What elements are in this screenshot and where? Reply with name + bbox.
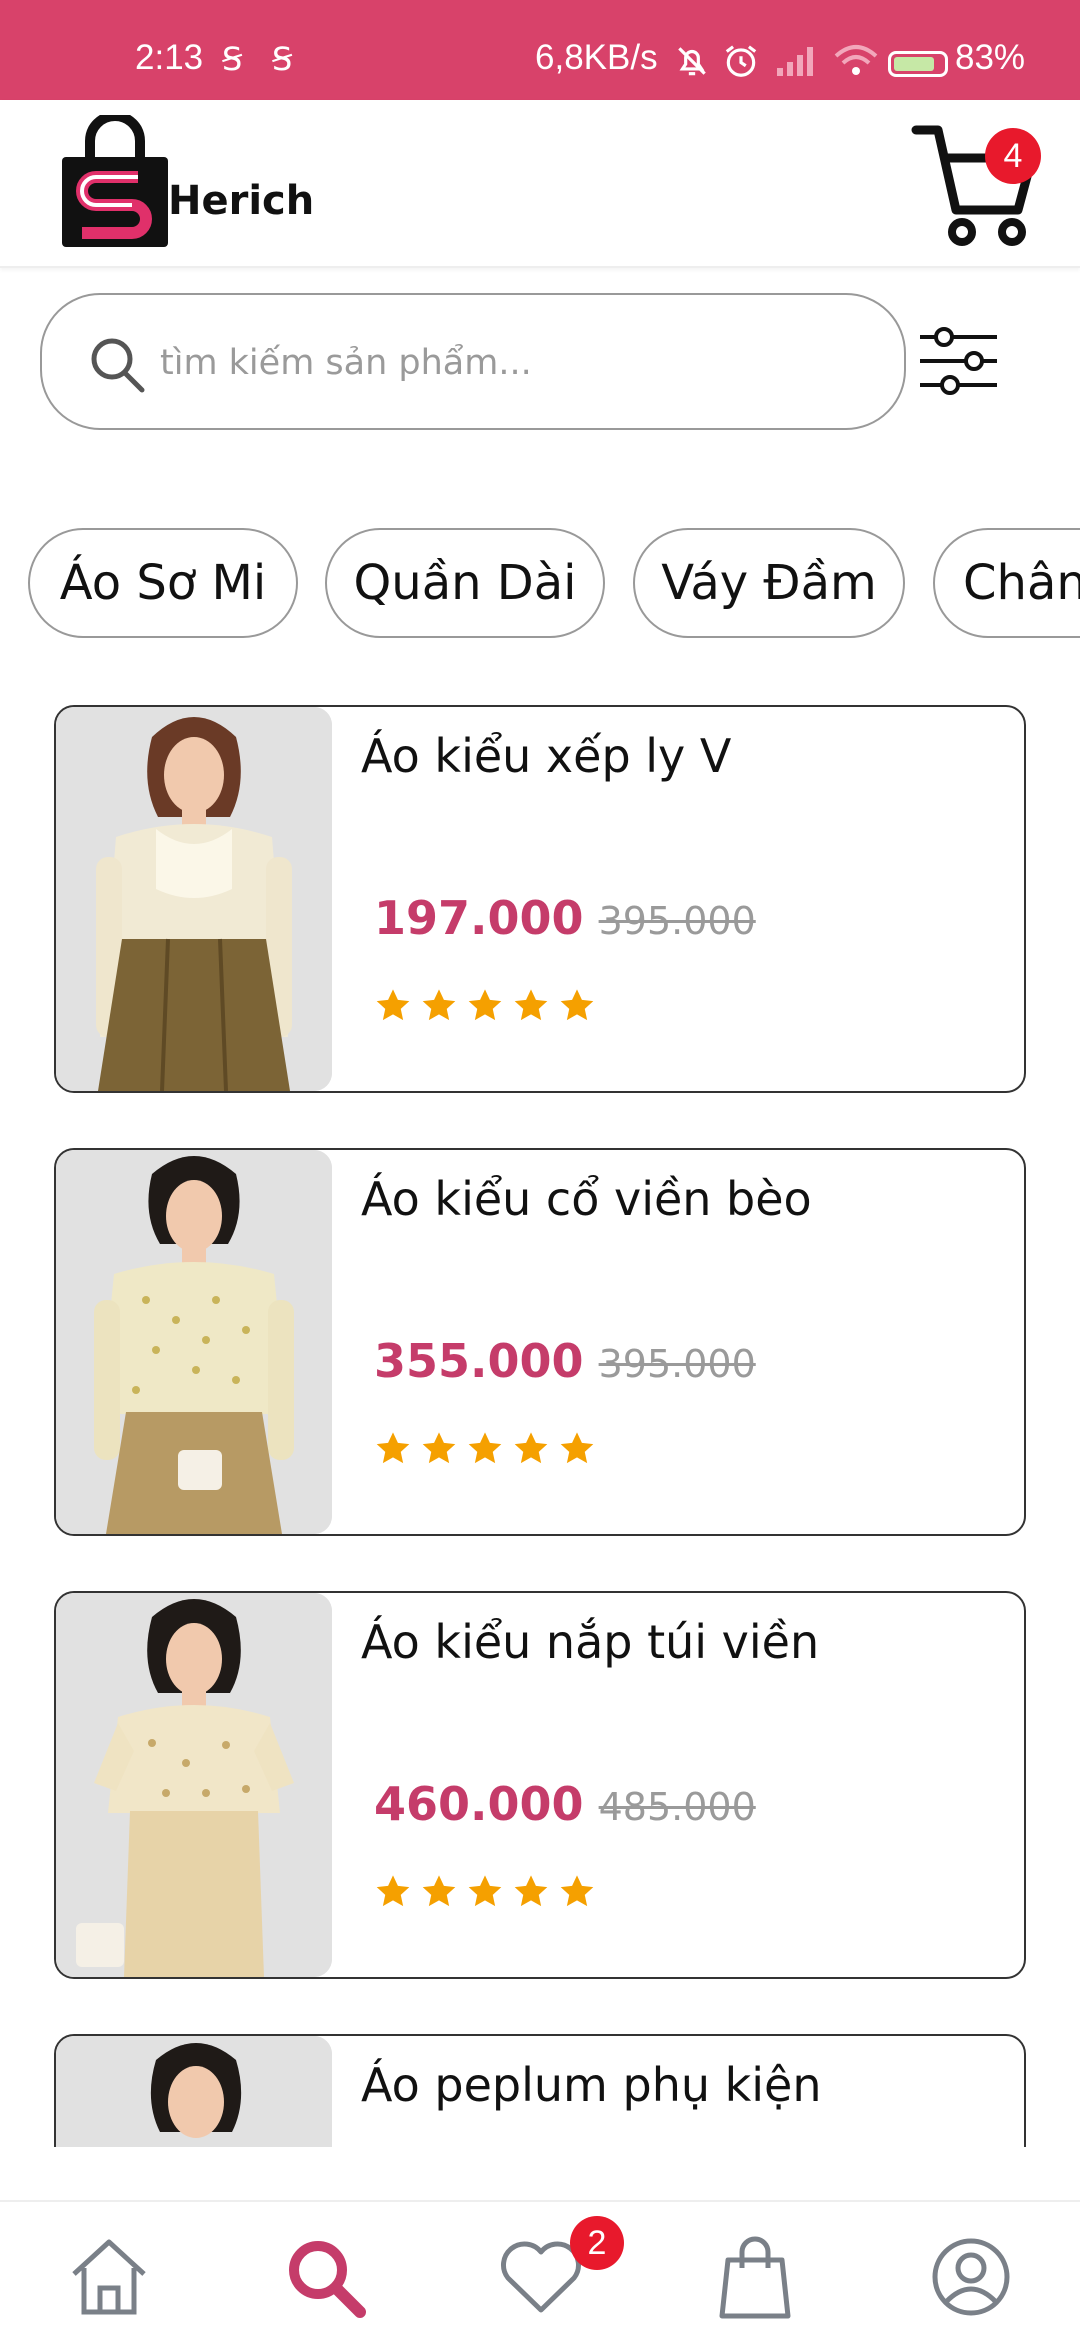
wifi-icon [834, 45, 878, 75]
product-name: Áo kiểu cổ viền bèo [361, 1172, 812, 1226]
product-list: Áo kiểu xếp ly V 197.000 395.000 Áo kiểu… [0, 700, 1080, 2147]
star-icon [560, 989, 594, 1021]
product-old-price: 395.000 [598, 1342, 756, 1386]
product-card[interactable]: Áo peplum phụ kiện [54, 2034, 1026, 2147]
bottom-navigation [0, 2200, 1080, 2340]
s-app-icon: Ꞩ [222, 41, 243, 77]
product-price: 355.000 [374, 1334, 584, 1388]
product-old-price: 395.000 [598, 899, 756, 943]
star-icon [468, 1875, 502, 1907]
battery-percent: 83% [955, 38, 1026, 77]
app-header: Herich [0, 100, 1080, 268]
profile-icon[interactable] [926, 2232, 1016, 2322]
product-image [56, 2036, 332, 2147]
category-chip[interactable]: Váy Đầm [633, 528, 905, 638]
product-image [56, 1150, 332, 1534]
star-icon [376, 1432, 410, 1464]
star-icon [376, 989, 410, 1021]
star-icon [422, 1432, 456, 1464]
search-icon [91, 338, 145, 393]
star-icon [514, 1432, 548, 1464]
logo-bag-icon [62, 115, 168, 247]
product-card[interactable]: Áo kiểu nắp túi viền 460.000 485.000 [54, 1591, 1026, 1979]
star-icon [560, 1432, 594, 1464]
price-row: 197.000 395.000 [374, 891, 756, 945]
cart-count-badge: 4 [985, 128, 1041, 184]
star-icon [514, 1875, 548, 1907]
search-bar[interactable] [40, 293, 906, 430]
star-icon [376, 1875, 410, 1907]
favorites-count-badge: 2 [570, 2216, 624, 2270]
category-chip[interactable]: Quần Dài [325, 528, 605, 638]
star-icon [422, 989, 456, 1021]
category-chip[interactable]: Áo Sơ Mi [28, 528, 298, 638]
network-speed: 6,8KB/s [535, 38, 658, 77]
star-icon [560, 1875, 594, 1907]
price-row: 460.000 485.000 [374, 1777, 756, 1831]
star-icon [422, 1875, 456, 1907]
mute-bell-icon [678, 47, 706, 76]
rating-stars [374, 987, 596, 1025]
star-icon [468, 1432, 502, 1464]
alarm-icon [725, 45, 757, 77]
product-name: Áo kiểu nắp túi viền [361, 1615, 820, 1669]
shopping-bag-icon[interactable] [710, 2232, 800, 2322]
product-name: Áo kiểu xếp ly V [361, 729, 732, 783]
star-icon [514, 989, 548, 1021]
home-icon[interactable] [64, 2232, 154, 2322]
product-price: 460.000 [374, 1777, 584, 1831]
rating-stars [374, 1873, 596, 1911]
signal-icon [777, 47, 813, 76]
search-input[interactable] [160, 323, 860, 403]
price-row: 355.000 395.000 [374, 1334, 756, 1388]
rating-stars [374, 1430, 596, 1468]
product-price: 197.000 [374, 891, 584, 945]
product-image [56, 707, 332, 1091]
search-icon[interactable] [280, 2232, 370, 2322]
status-bar: 2:13 Ꞩ Ꞩ 6,8KB/s 83% [0, 0, 1080, 100]
brand-name: Herich [168, 178, 315, 224]
category-chip[interactable]: Chân [933, 528, 1080, 638]
star-icon [468, 989, 502, 1021]
clock: 2:13 [135, 38, 204, 77]
category-chips: Áo Sơ Mi Quần Dài Váy Đầm Chân [0, 528, 1080, 640]
battery-charging-icon [888, 51, 948, 77]
s-app-icon: Ꞩ [272, 41, 293, 77]
product-card[interactable]: Áo kiểu cổ viền bèo 355.000 395.000 [54, 1148, 1026, 1536]
product-old-price: 485.000 [598, 1785, 756, 1829]
product-image [56, 1593, 332, 1977]
product-name: Áo peplum phụ kiện [361, 2058, 822, 2112]
filter-sliders-icon[interactable] [916, 325, 1001, 397]
product-card[interactable]: Áo kiểu xếp ly V 197.000 395.000 [54, 705, 1026, 1093]
